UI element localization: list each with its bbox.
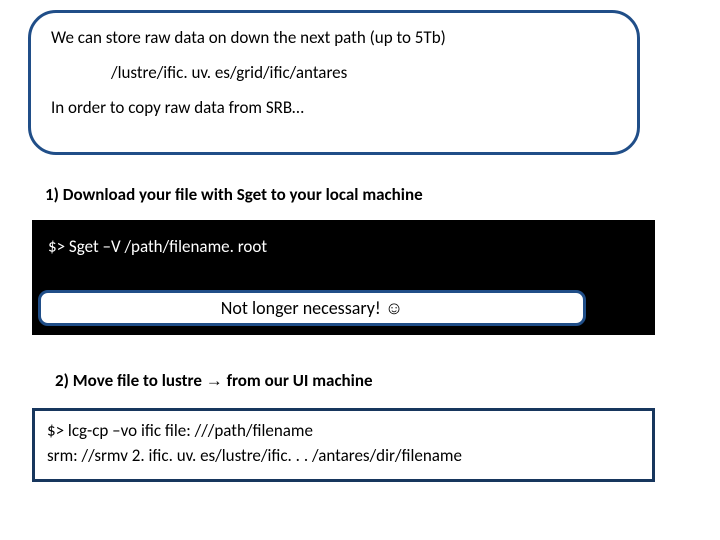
intro-text-1: We can store raw data on down the next p… [51,27,617,48]
intro-path: /lustre/ific. uv. es/grid/ific/antares [111,62,617,83]
smile-icon: ☺ [385,298,403,318]
step-1-label: 1) Download your file with Sget to your … [45,184,423,205]
lcg-cmd-line-1: $> lcg-cp –vo ific file: ///path/filenam… [47,419,640,444]
callout-text: Not longer necessary! [221,297,385,319]
step-2-pre: 2) Move file to lustre [55,370,206,391]
terminal-cmd-sget: $> Sget –V /path/filename. root [48,236,641,257]
not-necessary-callout: Not longer necessary! ☺ [38,290,586,326]
lcg-cmd-line-2: srm: //srmv 2. ific. uv. es/lustre/ific.… [47,444,640,469]
lcg-command-box: $> lcg-cp –vo ific file: ///path/filenam… [32,408,655,482]
intro-box: We can store raw data on down the next p… [28,10,640,155]
step-2-label: 2) Move file to lustre → from our UI mac… [55,370,373,391]
intro-text-2: In order to copy raw data from SRB… [51,97,617,118]
arrow-right-icon: → [206,371,223,390]
slide: We can store raw data on down the next p… [0,0,720,540]
step-2-post: from our UI machine [223,370,373,391]
